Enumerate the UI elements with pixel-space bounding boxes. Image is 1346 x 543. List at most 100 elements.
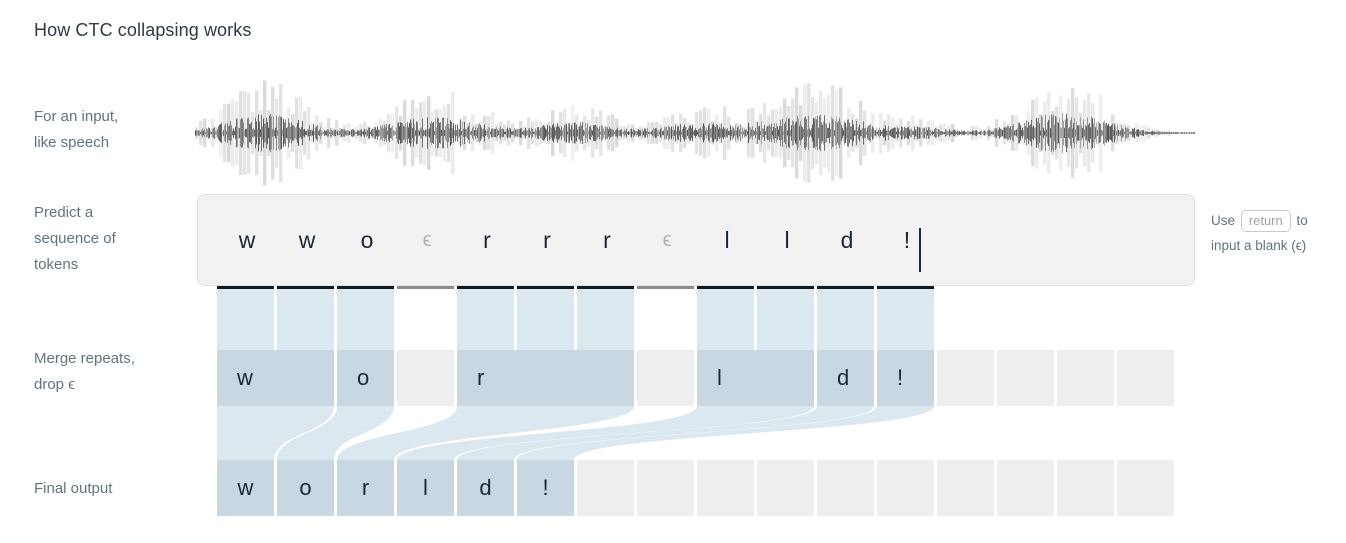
final-cell-8 (697, 460, 754, 516)
flow-band (457, 289, 514, 350)
final-cell-glyph: ! (542, 475, 549, 500)
token-cell-7[interactable]: ϵ (637, 194, 697, 289)
row-label-input: For an input, like speech (34, 104, 204, 156)
row-label-merge-line1: Merge repeats, (34, 350, 135, 367)
merge-cell-8 (937, 350, 994, 406)
row-label-merge: Merge repeats, drop ϵ (34, 346, 204, 398)
flow-ribbon (457, 406, 874, 460)
row-label-predict-line2: sequence of (34, 230, 116, 247)
token-cell-8[interactable]: l (697, 194, 757, 289)
token-cell-1[interactable]: w (277, 194, 337, 289)
token-glyph: r (603, 226, 611, 253)
flow-band (277, 289, 334, 350)
blank-hint: Use return to input a blank (ϵ) (1211, 208, 1346, 258)
token-underline (397, 286, 454, 289)
merge-cell-10 (1057, 350, 1114, 406)
token-cell-4[interactable]: r (457, 194, 517, 289)
return-key-badge: return (1240, 210, 1291, 233)
merge-cell-glyph: r (477, 365, 485, 390)
token-glyph: r (483, 226, 491, 253)
merge-cell-9 (997, 350, 1054, 406)
merge-cell-glyph: o (357, 365, 370, 390)
merge-cell-3: r (457, 350, 634, 406)
merge-cell-4 (637, 350, 694, 406)
text-caret (919, 228, 921, 272)
merge-cell-glyph: ! (897, 365, 904, 390)
row-label-predict-line3: tokens (34, 256, 79, 273)
token-glyph: o (360, 226, 374, 253)
final-cell-9 (757, 460, 814, 516)
token-underline (877, 286, 934, 289)
row-label-input-line2: like speech (34, 134, 110, 151)
merge-cell-glyph: w (237, 365, 253, 390)
merge-cell-glyph: l (717, 365, 722, 390)
flow-band (337, 289, 394, 350)
final-cell-5: ! (517, 460, 574, 516)
flow-ribbon (397, 406, 814, 460)
final-cell-glyph: d (479, 475, 492, 500)
token-glyph: ! (903, 226, 911, 253)
final-cell-7 (637, 460, 694, 516)
flow-band (757, 289, 814, 350)
token-cell-0[interactable]: w (217, 194, 277, 289)
flow-band (517, 289, 574, 350)
final-cell-15 (1117, 460, 1174, 516)
token-glyph: w (238, 226, 256, 253)
token-underline (457, 286, 514, 289)
token-cell-3[interactable]: ϵ (397, 194, 457, 289)
speech-waveform (195, 78, 1195, 186)
final-cell-4: d (457, 460, 514, 516)
token-cell-2[interactable]: o (337, 194, 397, 289)
hint-middle: to (1296, 213, 1308, 228)
token-glyph: l (784, 226, 790, 253)
token-underline (757, 286, 814, 289)
merge-cell-11 (1117, 350, 1174, 406)
final-cell-12 (937, 460, 994, 516)
token-underline (817, 286, 874, 289)
merge-cell-6: d (817, 350, 874, 406)
token-underline (517, 286, 574, 289)
token-glyph: ϵ (422, 228, 432, 251)
final-cell-14 (1057, 460, 1114, 516)
token-underline (277, 286, 334, 289)
row-label-final-line1: Final output (34, 480, 113, 497)
token-underline (577, 286, 634, 289)
token-cell-9[interactable]: l (757, 194, 817, 289)
token-cell-11[interactable]: ! (877, 194, 937, 289)
token-glyph: l (724, 226, 730, 253)
final-cell-3: l (397, 460, 454, 516)
token-underline (697, 286, 754, 289)
final-cell-glyph: r (361, 475, 370, 500)
final-cell-13 (997, 460, 1054, 516)
flow-band (217, 289, 274, 350)
flow-ribbon (277, 406, 394, 460)
final-cell-6 (577, 460, 634, 516)
token-glyph: w (298, 226, 316, 253)
flow-ribbon (517, 406, 934, 460)
final-cell-11 (877, 460, 934, 516)
merge-repeats-row: w o r l d! (217, 350, 1177, 406)
final-cell-1: o (277, 460, 334, 516)
token-underline (337, 286, 394, 289)
final-cell-0: w (217, 460, 274, 516)
token-cell-10[interactable]: d (817, 194, 877, 289)
hint-after: input a blank (ϵ) (1211, 238, 1307, 253)
token-cell-5[interactable]: r (517, 194, 577, 289)
token-glyph: d (840, 226, 854, 253)
final-cell-10 (817, 460, 874, 516)
final-cell-2: r (337, 460, 394, 516)
row-label-input-line1: For an input, (34, 108, 119, 125)
token-underline (637, 286, 694, 289)
hint-before: Use (1211, 213, 1236, 228)
page-title: How CTC collapsing works (34, 20, 252, 40)
row-label-predict-line1: Predict a (34, 204, 94, 221)
token-sequence[interactable]: w w o ϵ r r r ϵ l l d! (217, 194, 937, 289)
token-glyph: ϵ (662, 228, 672, 251)
row-label-predict: Predict a sequence of tokens (34, 200, 204, 278)
token-cell-6[interactable]: r (577, 194, 637, 289)
final-cell-glyph: l (423, 475, 428, 500)
flow-band (817, 289, 874, 350)
row-label-merge-line2: drop ϵ (34, 376, 75, 393)
final-output-row: w o r l d! (217, 460, 1177, 516)
flow-ribbon (217, 406, 334, 460)
